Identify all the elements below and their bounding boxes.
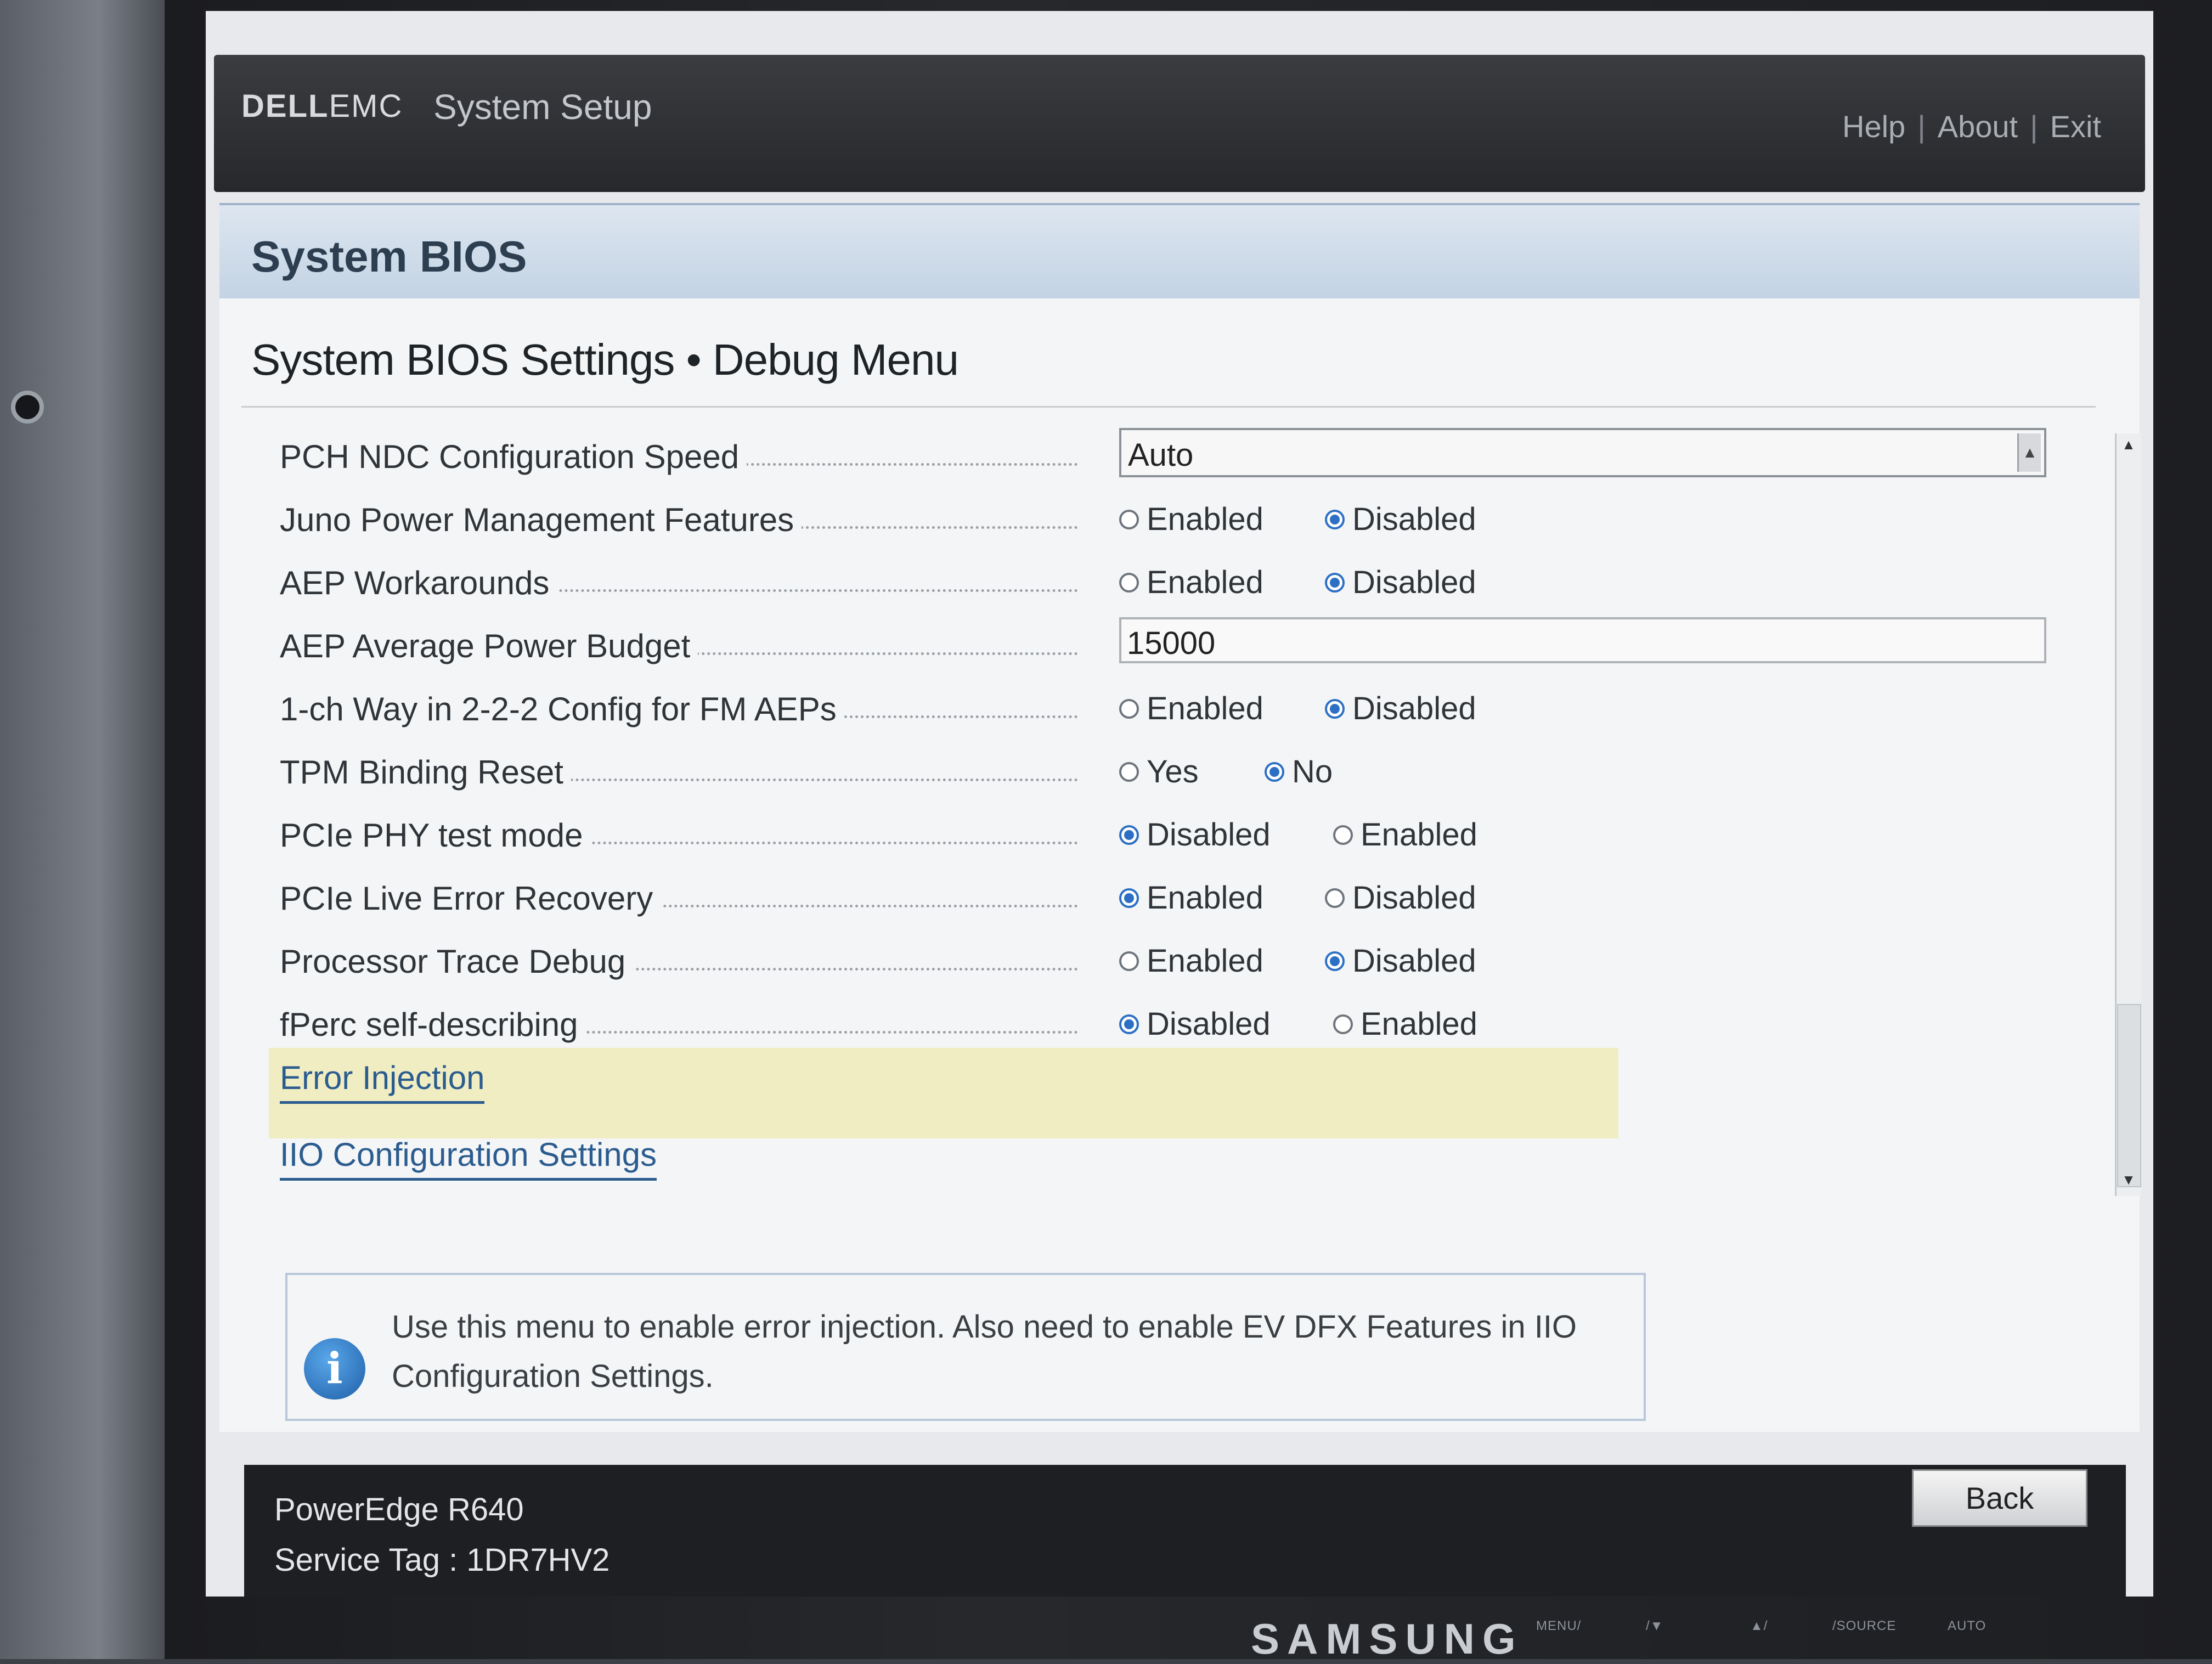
radio-empty-icon [1325, 888, 1345, 908]
scroll-down-arrow-icon[interactable]: ▼ [2119, 1171, 2138, 1191]
monitor-menu-button[interactable]: MENU/ [1536, 1618, 1581, 1634]
aep-work-opt1-radio[interactable]: Enabled [1119, 564, 1263, 601]
juno-opt2-radio[interactable]: Disabled [1325, 501, 1476, 538]
top-links: Help | About | Exit [1842, 109, 2101, 144]
setting-label: Processor Trace Debug [280, 943, 634, 980]
radio-selected-icon [1325, 572, 1345, 593]
scrollbar-thumb[interactable] [2117, 1004, 2141, 1187]
fperc-opt2-radio[interactable]: Enabled [1333, 1006, 1477, 1042]
pch-ndc-speed-select[interactable]: Auto ▲ [1119, 428, 2046, 477]
aep-budget-input[interactable]: 15000 [1119, 617, 2046, 663]
setting-row-aep-workarounds: AEP Workarounds Enabled Disabled [280, 554, 1926, 609]
back-button[interactable]: Back [1912, 1469, 2087, 1527]
error-injection-link[interactable]: Error Injection [280, 1059, 485, 1104]
info-icon: i [304, 1338, 365, 1400]
setting-label: PCH NDC Configuration Speed [280, 438, 747, 476]
main-panel: System BIOS System BIOS Settings • Debug… [219, 203, 2141, 1432]
dell-emc-logo: DELLEMC [241, 88, 403, 124]
tpm-opt1-radio[interactable]: Yes [1119, 753, 1199, 790]
monitor-up-button[interactable]: ▲/ [1750, 1618, 1768, 1634]
system-model: PowerEdge R640 [274, 1492, 524, 1527]
help-link[interactable]: Help [1842, 109, 1905, 144]
setting-row-pcie-phy: PCIe PHY test mode Disabled Enabled [280, 806, 1926, 861]
about-link[interactable]: About [1938, 109, 2018, 144]
monitor-brand: SAMSUNG [1251, 1615, 1523, 1663]
pcie-live-opt1-radio[interactable]: Enabled [1119, 879, 1263, 916]
iio-configuration-link[interactable]: IIO Configuration Settings [280, 1136, 657, 1181]
pcie-phy-opt2-radio[interactable]: Enabled [1333, 816, 1477, 853]
monitor-source-button[interactable]: /SOURCE [1832, 1618, 1896, 1634]
radio-empty-icon [1119, 698, 1139, 719]
setting-label: PCIe PHY test mode [280, 816, 591, 854]
setting-row-tpm: TPM Binding Reset Yes No [280, 743, 1926, 798]
input-value: 15000 [1127, 625, 1216, 661]
radio-selected-icon [1325, 698, 1345, 719]
scroll-up-arrow-icon[interactable]: ▲ [2119, 436, 2138, 456]
setting-row-juno: Juno Power Management Features Enabled D… [280, 491, 1926, 546]
pcie-phy-opt1-radio[interactable]: Disabled [1119, 816, 1271, 853]
monitor-auto-button[interactable]: AUTO [1948, 1618, 1986, 1634]
pcie-live-opt2-radio[interactable]: Disabled [1325, 879, 1476, 916]
case-screw-hole [11, 391, 44, 424]
top-bar: DELLEMC System Setup Help | About | Exit [214, 55, 2145, 192]
radio-selected-icon [1119, 825, 1139, 845]
setting-row-1ch-way: 1-ch Way in 2-2-2 Config for FM AEPs Ena… [280, 680, 1926, 735]
divider [241, 406, 2096, 408]
radio-selected-icon [1325, 951, 1345, 971]
radio-empty-icon [1119, 572, 1139, 593]
juno-opt1-radio[interactable]: Enabled [1119, 501, 1263, 538]
radio-empty-icon [1333, 1014, 1353, 1034]
app-title: System Setup [433, 87, 652, 127]
fperc-opt1-radio[interactable]: Disabled [1119, 1006, 1271, 1042]
section-header: System BIOS [219, 203, 2140, 298]
radio-selected-icon [1119, 1014, 1139, 1034]
setting-label: AEP Workarounds [280, 564, 557, 602]
aep-work-opt2-radio[interactable]: Disabled [1325, 564, 1476, 601]
setting-label: AEP Average Power Budget [280, 627, 698, 665]
tpm-opt2-radio[interactable]: No [1265, 753, 1333, 790]
monitor-down-button[interactable]: /▼ [1646, 1618, 1663, 1634]
section-title: System BIOS [251, 232, 527, 281]
radio-selected-icon [1265, 762, 1284, 782]
radio-empty-icon [1119, 762, 1139, 782]
bios-screen: DELLEMC System Setup Help | About | Exit Sys… [206, 11, 2153, 1597]
help-info-box: i Use this menu to enable error injectio… [285, 1273, 1646, 1421]
setting-label: PCIe Live Error Recovery [280, 879, 661, 917]
server-case [0, 0, 165, 1659]
select-value: Auto [1128, 437, 1194, 473]
radio-empty-icon [1119, 951, 1139, 971]
setting-row-proc-trace: Processor Trace Debug Enabled Disabled [280, 933, 1926, 988]
service-tag: Service Tag : 1DR7HV2 [274, 1542, 610, 1578]
radio-selected-icon [1325, 509, 1345, 529]
proc-trace-opt1-radio[interactable]: Enabled [1119, 943, 1263, 979]
setting-label: 1-ch Way in 2-2-2 Config for FM AEPs [280, 690, 844, 728]
dropdown-arrow-icon[interactable]: ▲ [2017, 433, 2041, 472]
one-ch-opt2-radio[interactable]: Disabled [1325, 690, 1476, 727]
setting-row-pcie-live: PCIe Live Error Recovery Enabled Disable… [280, 870, 1926, 924]
setting-row-fperc: fPerc self-describing Disabled Enabled [280, 996, 1926, 1051]
page-heading: System BIOS Settings • Debug Menu [251, 335, 959, 384]
exit-link[interactable]: Exit [2050, 109, 2101, 144]
radio-selected-icon [1119, 888, 1139, 908]
one-ch-opt1-radio[interactable]: Enabled [1119, 690, 1263, 727]
radio-empty-icon [1333, 825, 1353, 845]
radio-empty-icon [1119, 509, 1139, 529]
footer-bar: PowerEdge R640 Service Tag : 1DR7HV2 Bac… [244, 1465, 2126, 1597]
proc-trace-opt2-radio[interactable]: Disabled [1325, 943, 1476, 979]
setting-label: fPerc self-describing [280, 1006, 586, 1043]
setting-label: TPM Binding Reset [280, 753, 571, 791]
help-text: Use this menu to enable error injection.… [392, 1309, 1577, 1394]
setting-label: Juno Power Management Features [280, 501, 802, 539]
